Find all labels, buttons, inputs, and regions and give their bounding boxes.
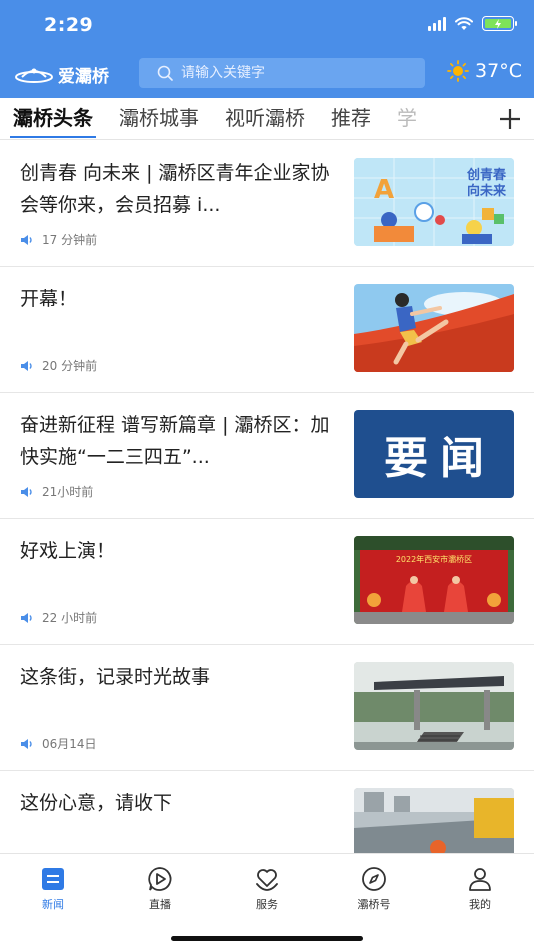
nav-label: 我的 [469, 898, 491, 911]
tab-bq-headlines[interactable]: 灞桥头条 [0, 98, 106, 139]
news-meta: 06月14日 [20, 735, 97, 752]
audio-icon[interactable] [20, 612, 34, 624]
nav-baqiao-account[interactable]: 灞桥号 [334, 866, 414, 912]
tab-study[interactable]: 学 [384, 98, 417, 139]
status-bar: 2:29 [0, 0, 534, 52]
street-illustration [354, 662, 514, 750]
profile-icon [469, 868, 491, 891]
news-icon [42, 868, 64, 890]
app-logo[interactable]: 爱灞桥 [14, 62, 109, 87]
news-time: 22 小时前 [42, 611, 98, 625]
news-title: 好戏上演！ [20, 540, 116, 562]
news-item[interactable]: 奋进新征程 谱写新篇章 | 灞桥区：加快实施“一二三四五”... 21小时前 要… [0, 393, 534, 519]
nav-label: 服务 [256, 898, 278, 911]
nav-service[interactable]: 服务 [227, 866, 307, 912]
audio-icon[interactable] [20, 234, 34, 246]
status-time: 2:29 [44, 14, 94, 36]
thumb-caption: 创青春 向未来 [466, 168, 506, 199]
news-thumbnail [354, 662, 514, 750]
news-thumbnail: 2022年西安市灞桥区 [354, 536, 514, 624]
temperature: 37°C [475, 60, 522, 82]
live-icon [148, 867, 172, 891]
sports-illustration [354, 284, 514, 372]
news-item[interactable]: 好戏上演！ 22 小时前 2022年西安市灞桥区 [0, 519, 534, 645]
tab-bq-media[interactable]: 视听灞桥 [212, 98, 318, 139]
tab-bq-city[interactable]: 灞桥城事 [106, 98, 212, 139]
news-meta: 20 分钟前 [20, 357, 97, 374]
nav-label: 直播 [149, 898, 171, 911]
app-header: 爱灞桥 37°C [0, 52, 534, 98]
nav-label: 灞桥号 [357, 898, 391, 911]
plus-icon [500, 108, 520, 129]
stage-illustration [354, 536, 514, 624]
home-indicator[interactable] [171, 936, 363, 941]
category-tabs: 灞桥头条 灞桥城事 视听灞桥 推荐 学 [0, 98, 534, 140]
news-thumbnail [354, 284, 514, 372]
thumb-caption: 要闻 [384, 433, 496, 484]
nav-live[interactable]: 直播 [120, 866, 200, 912]
news-meta: 22 小时前 [20, 609, 97, 626]
search-icon [157, 65, 173, 81]
news-title: 创青春 向未来 | 灞桥区青年企业家协会等你来，会员招募 i... [20, 162, 330, 216]
thumb-caption: 2022年西安市灞桥区 [395, 555, 473, 564]
logo-text: 爱灞桥 [58, 67, 109, 87]
news-time: 06月14日 [42, 737, 97, 751]
nav-label: 新闻 [42, 898, 64, 911]
search-input[interactable] [181, 65, 401, 81]
tab-recommend[interactable]: 推荐 [318, 98, 384, 139]
battery-icon [482, 16, 517, 31]
cellular-signal-icon [428, 16, 446, 31]
news-time: 20 分钟前 [42, 359, 98, 373]
news-item[interactable]: 这条街，记录时光故事 06月14日 [0, 645, 534, 771]
search-bar[interactable] [139, 58, 425, 88]
audio-icon[interactable] [20, 360, 34, 372]
news-item[interactable]: 创青春 向未来 | 灞桥区青年企业家协会等你来，会员招募 i... 17 分钟前… [0, 141, 534, 267]
news-item[interactable]: 开幕！ 20 分钟前 [0, 267, 534, 393]
status-icons [428, 16, 517, 31]
service-icon [256, 869, 278, 891]
news-time: 17 分钟前 [42, 233, 98, 247]
bottom-tab-bar: 新闻 直播 服务 灞桥号 我的 [0, 853, 534, 950]
add-tab-button[interactable] [486, 98, 534, 139]
sun-icon [447, 60, 469, 82]
logo-icon [15, 68, 53, 83]
audio-icon[interactable] [20, 738, 34, 750]
nav-news[interactable]: 新闻 [13, 866, 93, 912]
news-meta: 17 分钟前 [20, 231, 97, 248]
news-thumbnail: 要闻 [354, 410, 514, 498]
audio-icon[interactable] [20, 486, 34, 498]
news-feed: 创青春 向未来 | 灞桥区青年企业家协会等你来，会员招募 i... 17 分钟前… [0, 141, 534, 897]
news-thumbnail: A 创青春 向未来 [354, 158, 514, 246]
wifi-icon [455, 16, 473, 30]
news-title: 这份心意，请收下 [20, 792, 173, 814]
weather-widget[interactable]: 37°C [447, 60, 522, 82]
svg-text:A: A [374, 175, 394, 205]
news-title: 奋进新征程 谱写新篇章 | 灞桥区：加快实施“一二三四五”... [20, 414, 330, 468]
compass-icon [362, 867, 386, 891]
news-time: 21小时前 [42, 485, 94, 499]
news-meta: 21小时前 [20, 483, 93, 500]
news-title: 这条街，记录时光故事 [20, 666, 211, 688]
nav-profile[interactable]: 我的 [440, 866, 520, 912]
news-title: 开幕！ [20, 288, 78, 310]
